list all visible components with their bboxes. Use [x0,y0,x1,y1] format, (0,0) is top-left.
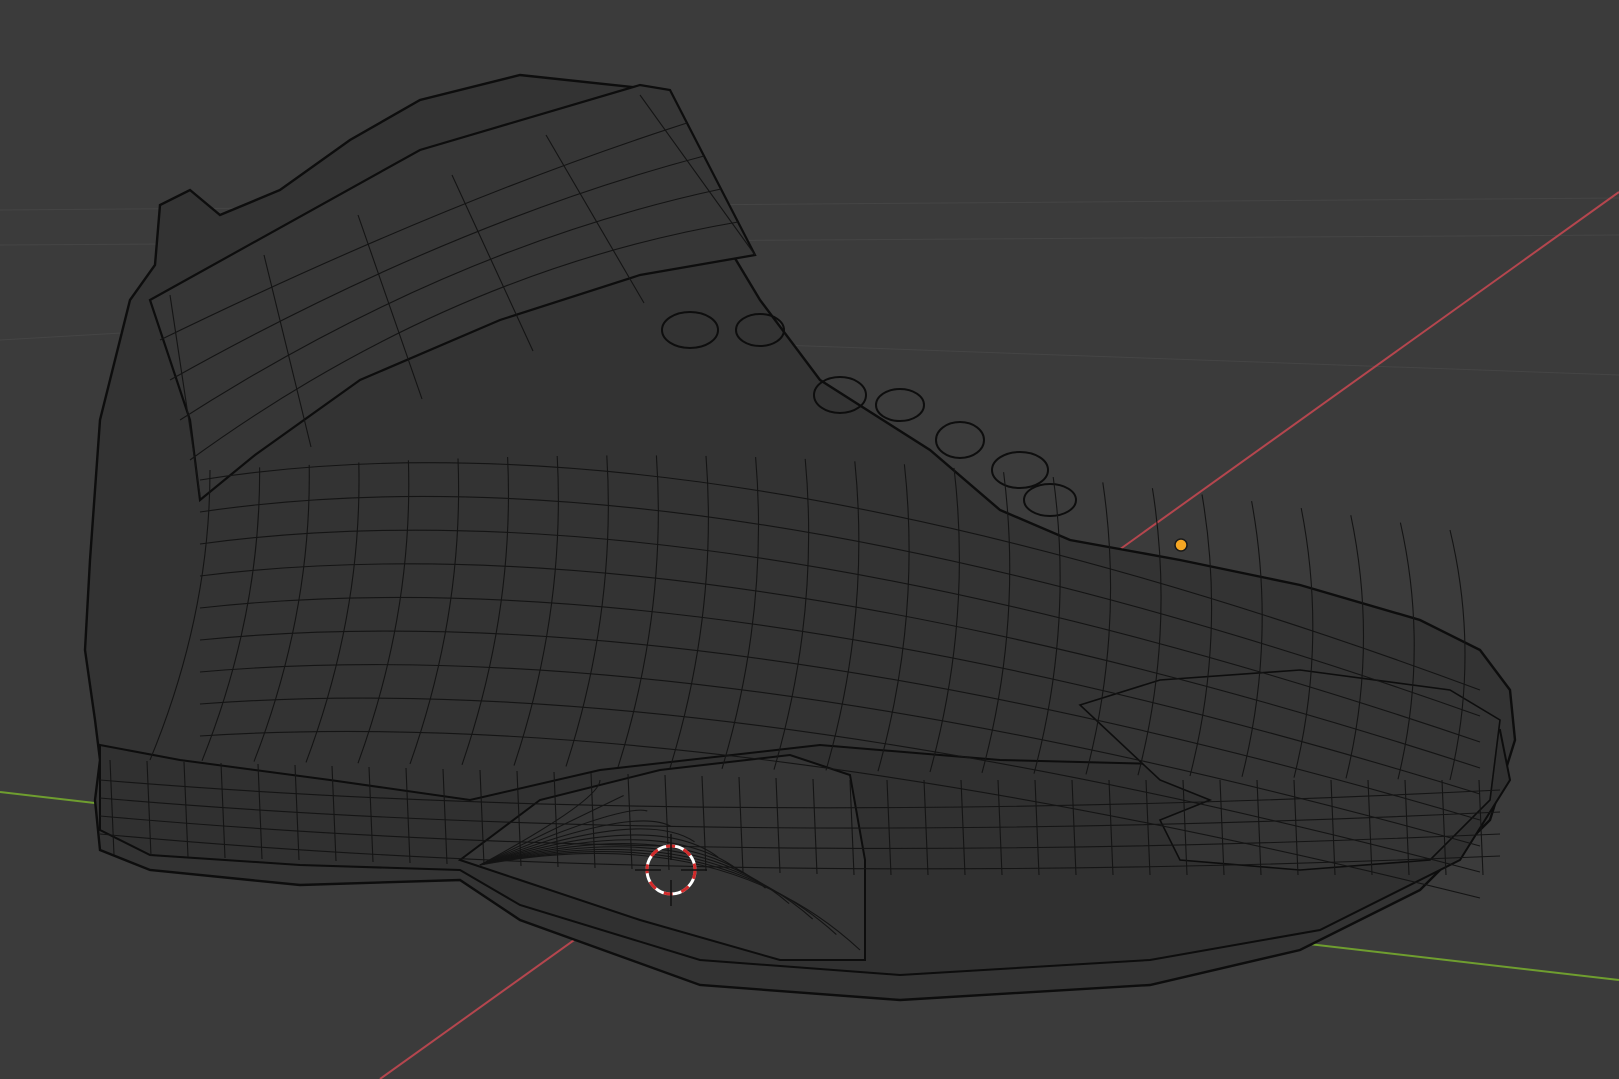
3d-viewport[interactable] [0,0,1619,1079]
sneaker-wireframe-mesh[interactable] [83,73,1517,1002]
viewport-scene[interactable] [0,0,1619,1079]
object-origin-icon[interactable] [1174,538,1188,552]
